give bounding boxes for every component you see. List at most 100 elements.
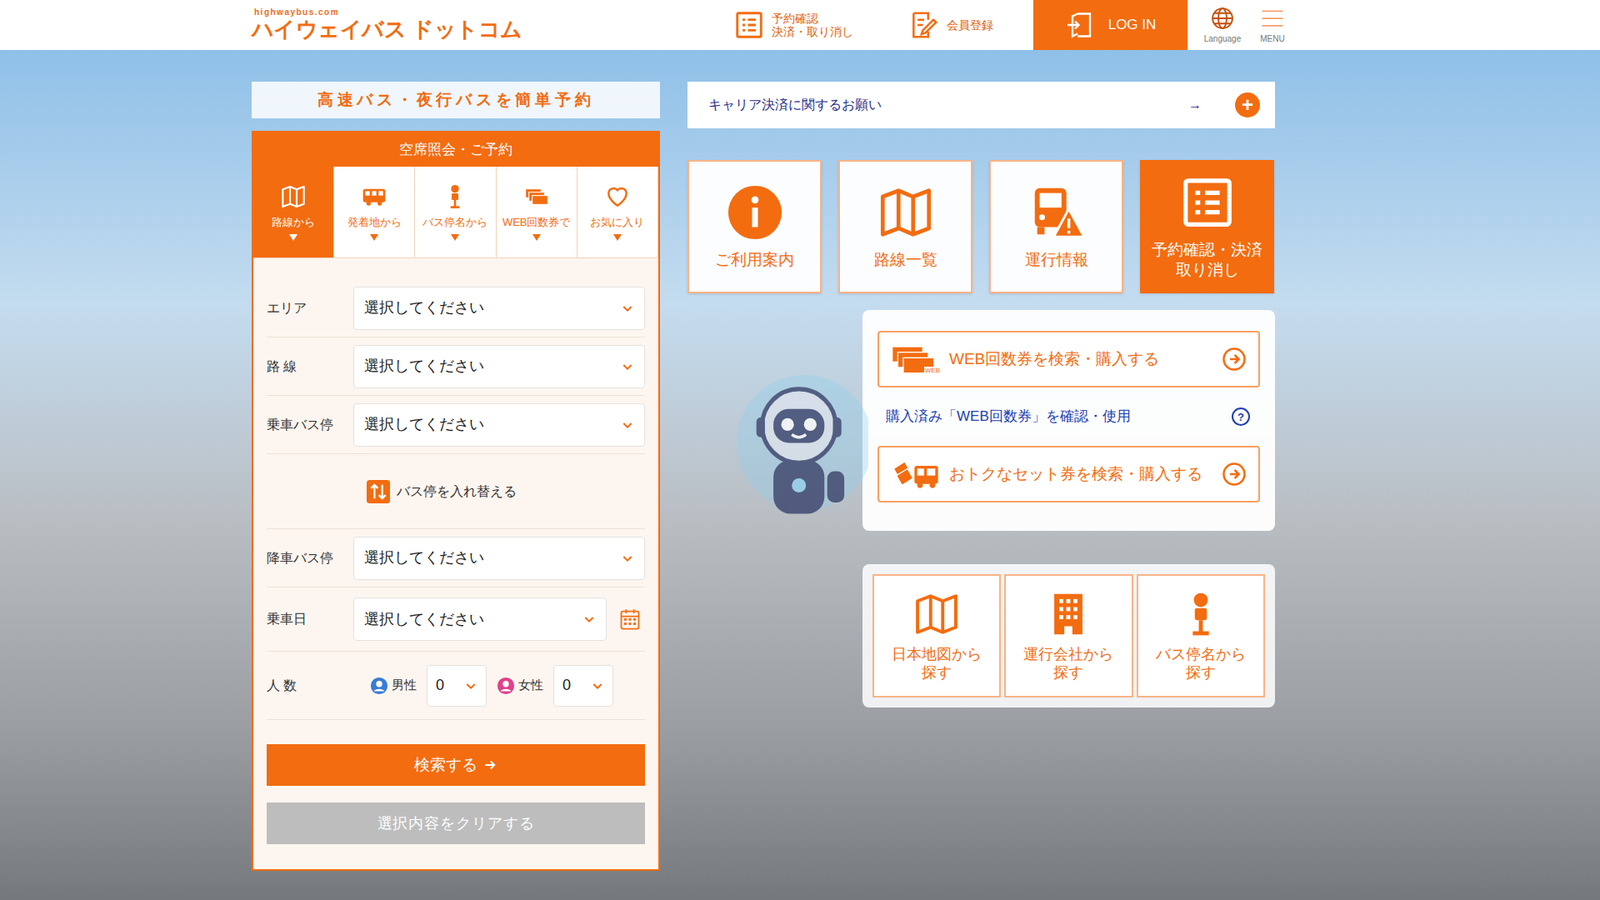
swap-arrows-icon (366, 480, 390, 504)
search-by-tile[interactable]: 日本地図から探す (872, 574, 1001, 698)
tile-label[interactable]: 日本地図から (891, 645, 982, 664)
tile-label[interactable]: 運行情報 (1025, 250, 1089, 270)
language-button[interactable]: Language (1197, 0, 1248, 50)
female-person-icon (496, 676, 515, 695)
select-field[interactable]: 選択してください (353, 286, 645, 330)
tile-label[interactable]: 運行会社から (1023, 645, 1114, 664)
banner-text: 高速バス・夜行バスを簡単予約 (317, 88, 595, 113)
tile-label[interactable]: ご利用案内 (715, 250, 795, 270)
logo[interactable]: highwaybus.comハイウェイバス ドットコム (251, 0, 734, 50)
login-label[interactable]: LOG IN (1108, 14, 1157, 36)
ticket-button[interactable]: WEBWEB回数券を検索・購入する (877, 330, 1260, 388)
nav-label[interactable]: 会員登録 (946, 18, 994, 32)
bus-stop-icon (1176, 590, 1225, 639)
login-button[interactable]: LOG IN (1033, 0, 1188, 50)
search-button[interactable]: 検索する (266, 744, 645, 786)
tile-label[interactable]: バス停名から (1155, 645, 1246, 664)
search-tab[interactable]: 発着地から (334, 166, 415, 258)
nav-label[interactable]: 決済・取り消し (771, 25, 854, 39)
tile-label[interactable]: 路線一覧 (874, 250, 938, 270)
tab-label[interactable]: バス停名から (422, 214, 488, 231)
tab-label[interactable]: 発着地から (347, 214, 402, 231)
search-tab[interactable]: WEB回数券で (496, 166, 578, 258)
tile-label[interactable]: 探す (1185, 663, 1216, 682)
count-value[interactable]: 0 (562, 674, 571, 697)
nav-label[interactable]: 予約確認 (771, 11, 854, 25)
bus-alert-icon (1027, 183, 1086, 242)
expand-button[interactable]: + (1235, 92, 1260, 118)
select-value[interactable]: 選択してください (364, 355, 485, 378)
gender-label: 男性 (391, 675, 420, 695)
notice-arrow: → (1188, 95, 1202, 115)
count-value[interactable]: 0 (435, 674, 445, 697)
dropdown-triangle-icon (370, 234, 379, 241)
purchased-link-row: 購入済み「WEB回数券」を確認・使用? (877, 387, 1260, 446)
tab-label[interactable]: WEB回数券で (502, 214, 571, 231)
info-icon (725, 183, 785, 242)
login-door-icon (1065, 10, 1095, 40)
quick-tiles: ご利用案内 路線一覧 運行情報 予約確認・決済取り消し (687, 160, 1275, 294)
tab-label[interactable]: 路線から (271, 214, 315, 231)
chevron-down-icon (620, 360, 635, 374)
menu-label[interactable]: MENU (1260, 32, 1285, 45)
bus-stop-icon (440, 183, 470, 210)
dropdown-triangle-icon (532, 234, 541, 241)
language-label[interactable]: Language (1204, 32, 1242, 45)
quick-tile[interactable]: ご利用案内 (687, 160, 822, 294)
search-label[interactable]: 検索する (414, 753, 478, 778)
menu-button[interactable]: MENU (1247, 0, 1298, 50)
chatbot-robot-icon[interactable] (726, 370, 869, 530)
help-button[interactable]: ? (1231, 407, 1250, 426)
quick-tile[interactable]: 路線一覧 (838, 160, 973, 294)
tile-label[interactable]: 予約確認・決済 (1151, 240, 1263, 260)
field-label: 乗車バス停 (266, 415, 354, 435)
quick-tile[interactable]: 予約確認・決済取り消し (1140, 160, 1275, 294)
tile-label[interactable]: 探す (921, 663, 952, 682)
nav-item[interactable]: 会員登録 (908, 0, 1034, 50)
globe-icon (1210, 5, 1235, 31)
ticket-button[interactable]: おトクなセット券を検索・購入する (877, 445, 1260, 503)
form-row: 路 線選択してください (266, 337, 645, 396)
purchased-tickets-link[interactable]: 購入済み「WEB回数券」を確認・使用 (885, 405, 1131, 428)
dropdown-triangle-icon (289, 234, 298, 241)
search-by-panel: 日本地図から探す運行会社から探すバス停名から探す (862, 564, 1275, 708)
search-by-tile[interactable]: バス停名から探す (1136, 574, 1265, 698)
form-row: 降車バス停選択してください (266, 529, 645, 588)
form-row: 乗車日選択してください (266, 587, 645, 652)
select-field[interactable]: 選択してください (353, 403, 645, 447)
search-tab[interactable]: バス停名から (415, 166, 496, 258)
banner: 高速バス・夜行バスを簡単予約 (251, 81, 660, 119)
notice-bar[interactable]: キャリア決済に関するお願い → + (687, 81, 1275, 129)
search-by-tile[interactable]: 運行会社から探す (1004, 574, 1133, 698)
count-select[interactable]: 0 (553, 665, 614, 707)
select-value[interactable]: 選択してください (364, 546, 485, 570)
quick-tile[interactable]: 運行情報 (989, 160, 1124, 294)
ticket-label[interactable]: おトクなセット券を検索・購入する (949, 462, 1214, 487)
notice-text[interactable]: キャリア決済に関するお願い (708, 95, 882, 115)
tab-label[interactable]: お気に入り (590, 214, 645, 231)
select-field[interactable]: 選択してください (353, 597, 607, 641)
count-select[interactable]: 0 (426, 665, 487, 707)
ticket-label[interactable]: WEB回数券を検索・購入する (949, 347, 1214, 372)
male-person-icon (370, 676, 389, 695)
logo-title[interactable]: ハイウェイバス ドットコム (251, 16, 734, 42)
heart-icon (603, 183, 632, 210)
swap-label[interactable]: バス停を入れ替える (396, 481, 517, 502)
select-field[interactable]: 選択してください (353, 536, 645, 580)
select-value[interactable]: 選択してください (364, 608, 485, 631)
ticket-icon-wrap (890, 457, 941, 491)
tile-label[interactable]: 取り消し (1175, 260, 1240, 280)
tile-label[interactable]: 探す (1053, 663, 1084, 682)
select-value[interactable]: 選択してください (364, 413, 485, 436)
search-tab[interactable]: お気に入り (577, 166, 659, 258)
logo-subtitle[interactable]: highwaybus.com (251, 8, 734, 17)
clear-label[interactable]: 選択内容をクリアする (377, 812, 535, 835)
nav-item[interactable]: 予約確認決済・取り消し (733, 0, 909, 50)
chevron-down-icon (464, 679, 478, 693)
select-value[interactable]: 選択してください (364, 296, 485, 320)
field-label: 乗車日 (266, 609, 354, 630)
swap-button[interactable]: バス停を入れ替える (266, 454, 645, 530)
select-field[interactable]: 選択してください (353, 345, 645, 389)
clear-button[interactable]: 選択内容をクリアする (266, 802, 645, 845)
search-tab[interactable]: 路線から (253, 166, 335, 258)
